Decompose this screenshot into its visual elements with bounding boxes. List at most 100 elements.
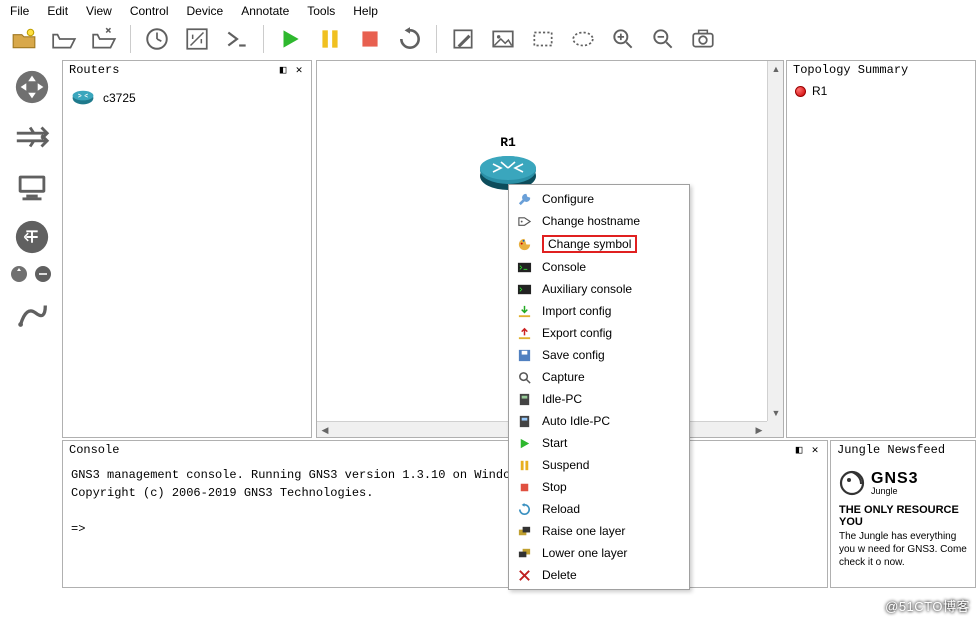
terminal-icon: [516, 259, 532, 275]
cm-delete[interactable]: Delete: [512, 564, 686, 586]
cm-suspend[interactable]: Suspend: [512, 454, 686, 476]
topology-item[interactable]: R1: [787, 80, 975, 102]
cm-start[interactable]: Start: [512, 432, 686, 454]
cm-idle-pc[interactable]: Idle-PC: [512, 388, 686, 410]
topology-panel-title: Topology Summary: [793, 63, 908, 77]
insert-image-icon[interactable]: [487, 24, 519, 54]
console-line: Copyright (c) 2006-2019 GNS3 Technologie…: [71, 484, 819, 502]
cm-change-hostname[interactable]: Change hostname: [512, 210, 686, 232]
undock-icon[interactable]: ◧: [793, 443, 805, 457]
device-toolbox: [0, 60, 62, 438]
newsfeed-panel: Jungle Newsfeed GNS3 Jungle THE ONLY RES…: [830, 440, 976, 588]
add-note-icon[interactable]: [447, 24, 479, 54]
news-headline: THE ONLY RESOURCE YOU: [839, 504, 967, 528]
status-stopped-icon: [795, 86, 806, 97]
magnifier-icon: [516, 369, 532, 385]
save-icon: [516, 347, 532, 363]
news-brand-sub: Jungle: [871, 487, 919, 496]
cm-raise-layer[interactable]: Raise one layer: [512, 520, 686, 542]
menu-file[interactable]: File: [10, 4, 29, 18]
reload-all-icon[interactable]: [394, 24, 426, 54]
console-all-icon[interactable]: [221, 24, 253, 54]
cm-aux-console[interactable]: Auxiliary console: [512, 278, 686, 300]
menu-annotate[interactable]: Annotate: [241, 4, 289, 18]
menu-help[interactable]: Help: [353, 4, 378, 18]
show-connections-icon[interactable]: [181, 24, 213, 54]
vertical-scrollbar[interactable]: ▲▼: [767, 61, 783, 421]
cm-change-symbol[interactable]: Change symbol: [512, 232, 686, 256]
node-context-menu: Configure Change hostname Change symbol …: [508, 184, 690, 590]
stop-all-icon[interactable]: [354, 24, 386, 54]
console-line: GNS3 management console. Running GNS3 ve…: [71, 466, 819, 484]
routers-panel-title: Routers: [69, 63, 119, 77]
tag-icon: [516, 213, 532, 229]
browse-devices-icon[interactable]: [33, 264, 55, 286]
menu-edit[interactable]: Edit: [47, 4, 68, 18]
topology-summary-panel: Topology Summary R1: [786, 60, 976, 438]
start-all-icon[interactable]: [274, 24, 306, 54]
snapshot-icon[interactable]: [141, 24, 173, 54]
cm-save-config[interactable]: Save config: [512, 344, 686, 366]
screenshot-icon[interactable]: [687, 24, 719, 54]
menu-device[interactable]: Device: [187, 4, 224, 18]
cm-stop[interactable]: Stop: [512, 476, 686, 498]
draw-ellipse-icon[interactable]: [567, 24, 599, 54]
cm-auto-idle-pc[interactable]: Auto Idle-PC: [512, 410, 686, 432]
menu-view[interactable]: View: [86, 4, 112, 18]
router-list-item[interactable]: c3725: [69, 86, 305, 110]
calculator-icon: [516, 413, 532, 429]
console-output[interactable]: GNS3 management console. Running GNS3 ve…: [63, 460, 827, 544]
newsfeed-panel-title: Jungle Newsfeed: [837, 443, 945, 457]
cm-console[interactable]: Console: [512, 256, 686, 278]
cm-capture[interactable]: Capture: [512, 366, 686, 388]
wrench-icon: [516, 191, 532, 207]
close-icon[interactable]: ✕: [809, 443, 821, 457]
open-project-icon[interactable]: [48, 24, 80, 54]
close-icon[interactable]: ✕: [293, 63, 305, 77]
cm-import-config[interactable]: Import config: [512, 300, 686, 322]
undock-icon[interactable]: ◧: [277, 63, 289, 77]
add-link-icon[interactable]: [9, 292, 55, 338]
import-icon: [516, 303, 532, 319]
security-category-icon[interactable]: [9, 214, 55, 260]
export-icon: [516, 325, 532, 341]
layer-down-icon: [516, 545, 532, 561]
routers-panel: Routers ◧ ✕ c3725: [62, 60, 312, 438]
routers-category-icon[interactable]: [9, 64, 55, 110]
terminal-icon: [516, 281, 532, 297]
topology-item-label: R1: [812, 84, 827, 98]
play-icon: [516, 435, 532, 451]
console-panel: Console ◧✕ GNS3 management console. Runn…: [62, 440, 828, 588]
menu-tools[interactable]: Tools: [307, 4, 335, 18]
pause-all-icon[interactable]: [314, 24, 346, 54]
delete-icon: [516, 567, 532, 583]
layer-up-icon: [516, 523, 532, 539]
cm-export-config[interactable]: Export config: [512, 322, 686, 344]
cm-reload[interactable]: Reload: [512, 498, 686, 520]
cm-lower-layer[interactable]: Lower one layer: [512, 542, 686, 564]
canvas-node-label: R1: [477, 135, 539, 150]
zoom-in-icon[interactable]: [607, 24, 639, 54]
gns3-jungle-logo: GNS3 Jungle: [839, 470, 967, 496]
new-project-icon[interactable]: [8, 24, 40, 54]
news-body-text: The Jungle has everything you w need for…: [839, 530, 967, 569]
stop-icon: [516, 479, 532, 495]
save-project-icon[interactable]: [88, 24, 120, 54]
end-devices-category-icon[interactable]: [9, 164, 55, 210]
zoom-out-icon[interactable]: [647, 24, 679, 54]
all-devices-icon[interactable]: [9, 264, 31, 286]
calculator-icon: [516, 391, 532, 407]
menu-bar: File Edit View Control Device Annotate T…: [0, 0, 976, 22]
router-icon: [71, 88, 95, 108]
pause-icon: [516, 457, 532, 473]
draw-rect-icon[interactable]: [527, 24, 559, 54]
router-item-label: c3725: [103, 91, 136, 105]
palette-icon: [516, 236, 532, 252]
cm-configure[interactable]: Configure: [512, 188, 686, 210]
watermark: @51CTO博客: [885, 596, 970, 615]
switches-category-icon[interactable]: [9, 114, 55, 160]
menu-control[interactable]: Control: [130, 4, 169, 18]
reload-icon: [516, 501, 532, 517]
news-brand: GNS3: [871, 471, 919, 487]
main-toolbar: [0, 22, 976, 60]
